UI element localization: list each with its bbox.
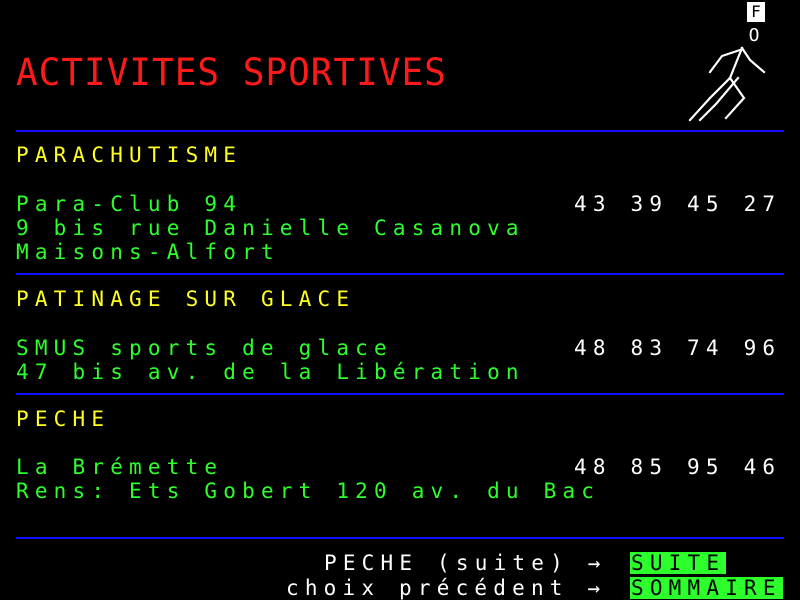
entry-address: 9 bis rue Danielle Casanova	[16, 216, 525, 240]
phone-number: 48 85 95 46	[574, 455, 782, 479]
entry-name: SMUS sports de glace	[16, 336, 393, 360]
phone-number: 43 39 45 27	[574, 192, 782, 216]
next-page-prompt: PECHE (suite) →	[324, 551, 607, 575]
separator-top	[16, 130, 784, 132]
entry-name: Para-Club 94	[16, 192, 243, 216]
corner-letter-f: F	[751, 2, 761, 21]
category-parachutisme: PARACHUTISME	[16, 143, 243, 167]
left-border	[0, 0, 16, 600]
running-man-icon: F O	[688, 2, 766, 122]
entry-address: 47 bis av. de la Libération	[16, 360, 525, 384]
entry-name: La Brémette	[16, 455, 224, 479]
category-patinage: PATINAGE SUR GLACE	[16, 287, 356, 311]
previous-choice-prompt: choix précédent →	[286, 576, 607, 600]
phone-number: 48 83 74 96	[574, 336, 782, 360]
separator	[16, 393, 784, 395]
separator	[16, 273, 784, 275]
entry-city: Maisons-Alfort	[16, 240, 280, 264]
suite-key[interactable]: SUITE	[630, 552, 727, 574]
minitel-screen: ACTIVITES SPORTIVES F O PARACHUTISME Par…	[0, 0, 800, 600]
entry-address: Rens: Ets Gobert 120 av. du Bac	[16, 479, 601, 503]
corner-letter-o: O	[749, 25, 760, 46]
category-peche: PECHE	[16, 407, 111, 431]
page-title: ACTIVITES SPORTIVES	[16, 51, 447, 95]
separator-bottom	[16, 537, 784, 539]
sommaire-key[interactable]: SOMMAIRE	[630, 577, 783, 599]
